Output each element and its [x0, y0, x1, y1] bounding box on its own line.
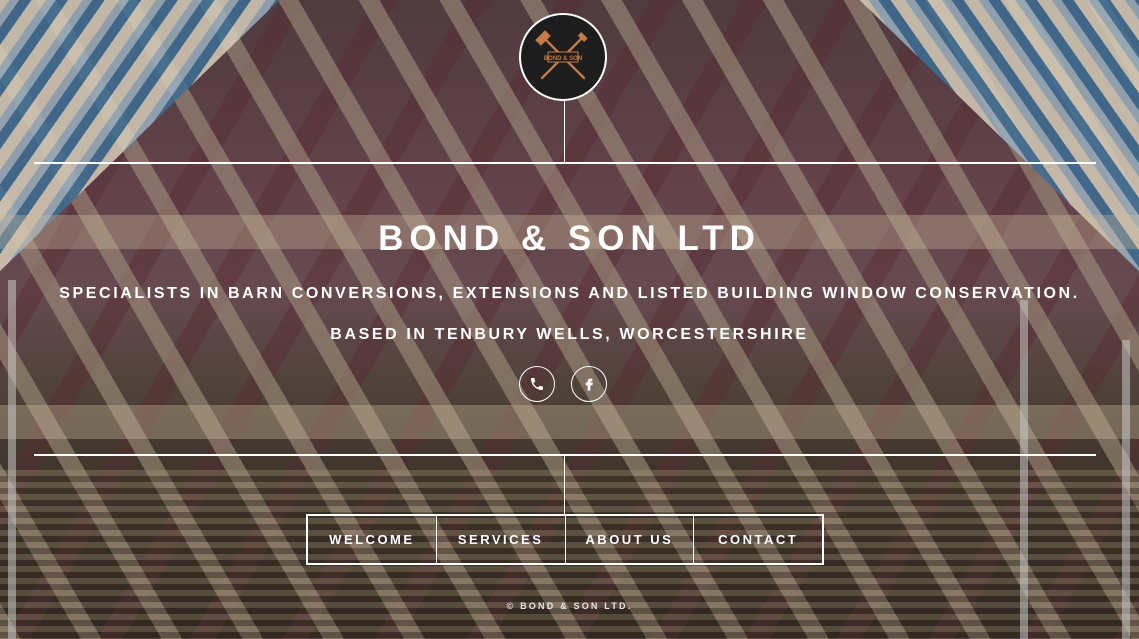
social-links	[519, 366, 607, 402]
main-nav: WELCOME SERVICES ABOUT US CONTACT	[306, 514, 824, 565]
tagline: SPECIALISTS IN BARN CONVERSIONS, EXTENSI…	[59, 285, 1080, 302]
nav-services[interactable]: SERVICES	[435, 516, 565, 563]
svg-text:BOND & SON: BOND & SON	[544, 56, 582, 62]
divider-bottom	[34, 454, 1096, 456]
timber-beam	[0, 405, 1139, 439]
divider-top	[34, 162, 1096, 164]
facebook-button[interactable]	[571, 366, 607, 402]
logo[interactable]: BOND & SON	[519, 13, 607, 101]
nav-about-us[interactable]: ABOUT US	[564, 516, 694, 563]
connector-line	[564, 456, 565, 514]
nav-welcome[interactable]: WELCOME	[308, 516, 436, 563]
hammer-chisel-logo-icon: BOND & SON	[535, 30, 588, 80]
scaffold-pole	[1020, 300, 1028, 639]
phone-button[interactable]	[519, 366, 555, 402]
phone-icon	[531, 378, 543, 390]
scaffold-pole	[1122, 340, 1130, 639]
facebook-icon	[585, 378, 593, 391]
location-text: BASED IN TENBURY WELLS, WORCESTERSHIRE	[330, 326, 809, 343]
nav-contact[interactable]: CONTACT	[693, 516, 822, 563]
page-title: BOND & SON LTD	[378, 219, 761, 258]
copyright-text: © BOND & SON LTD.	[506, 601, 633, 611]
connector-line	[564, 101, 565, 163]
